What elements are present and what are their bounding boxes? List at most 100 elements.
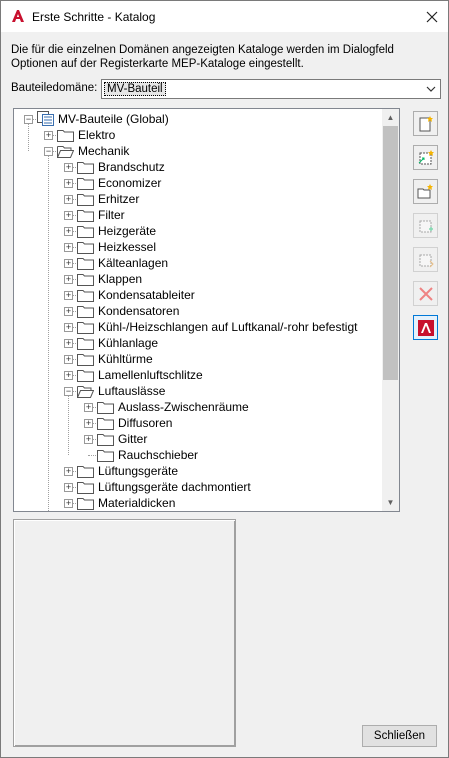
tree-node[interactable]: + Heizgeräte [14,223,383,239]
expand-icon[interactable]: + [64,371,73,380]
tree-node[interactable]: + Filter [14,207,383,223]
tree-node[interactable]: + Auslass-Zwischenräume [14,399,383,415]
expand-icon[interactable]: + [64,307,73,316]
tree-node[interactable]: + Kondensatoren [14,303,383,319]
tree-node[interactable]: + Economizer [14,175,383,191]
expand-icon[interactable]: + [84,403,93,412]
folder-icon [97,401,114,414]
expand-icon[interactable]: + [64,163,73,172]
tree-node[interactable]: + Materialdicken [14,495,383,511]
tree-node[interactable]: − Luftauslässe [14,383,383,399]
tree-node[interactable]: + Gitter [14,431,383,447]
tree-node[interactable]: + Lüftungsgeräte [14,463,383,479]
expand-icon[interactable]: + [64,243,73,252]
tree-node-label: Kühl-/Heizschlangen auf Luftkanal/-rohr … [98,320,358,334]
expand-icon[interactable]: + [64,467,73,476]
expand-icon[interactable]: + [64,275,73,284]
tree-node[interactable]: + Kondensatableiter [14,287,383,303]
expand-icon[interactable]: + [64,227,73,236]
expand-icon[interactable]: + [84,419,93,428]
collapse-icon[interactable]: − [24,115,33,124]
collapse-icon[interactable]: − [44,147,53,156]
expand-icon[interactable]: + [64,499,73,508]
scroll-down-icon[interactable]: ▼ [382,494,399,511]
tree-node-label: Kondensatoren [98,304,180,318]
tree-node-label: Kondensatableiter [98,288,195,302]
tree-node-label: Kühltürme [98,352,153,366]
folder-open-icon [76,385,95,398]
tree-content: − MV-Bauteile (Global) + Elektro − Mechanik + B… [14,109,383,511]
new-catalog-button[interactable] [413,111,438,136]
open-catalog-button[interactable] [413,179,438,204]
tree-node[interactable]: + Kühltürme [14,351,383,367]
tree-scrollbar[interactable]: ▲ ▼ [382,109,399,511]
tree-node-label: Heizgeräte [98,224,157,238]
open-catalog-icon [417,183,433,198]
tree-node-label: Lamellenluftschlitze [98,368,203,382]
copy-part-button[interactable] [413,247,438,272]
scroll-thumb[interactable] [383,126,398,380]
domain-select-value: MV-Bauteil [104,82,166,96]
expand-icon[interactable]: + [84,435,93,444]
scroll-up-icon[interactable]: ▲ [382,109,399,126]
tree-node-label: Lüftungsgeräte dachmontiert [98,480,251,494]
tree-node[interactable]: + Kälteanlagen [14,255,383,271]
tree-node-label: Heizkessel [98,240,157,254]
expand-icon[interactable]: + [64,179,73,188]
expand-icon[interactable]: + [64,483,73,492]
chevron-down-icon[interactable] [422,80,440,98]
folder-icon [77,481,94,494]
expand-icon[interactable]: + [64,323,73,332]
tree-node-label: Erhitzer [98,192,140,206]
expand-icon[interactable]: + [64,259,73,268]
copy-part-icon [419,254,434,267]
folder-icon [77,321,94,334]
delete-button[interactable] [413,281,438,306]
expand-icon[interactable]: + [64,211,73,220]
tree-node-label: Rauchschieber [118,448,199,462]
expand-icon[interactable]: + [64,291,73,300]
add-part-button[interactable] [413,213,438,238]
tree-node[interactable]: + Klappen [14,271,383,287]
tree-node-label: Klappen [98,272,143,286]
tree-node-label: Gitter [118,432,148,446]
tree-node[interactable]: + Erhitzer [14,191,383,207]
window-title: Erste Schritte - Katalog [32,10,156,24]
close-dialog-button[interactable]: Schließen [362,725,437,747]
folder-icon [97,449,114,462]
expand-icon[interactable]: + [64,195,73,204]
tree-node-label: Elektro [78,128,116,142]
tree-node[interactable]: + Lüftungsgeräte dachmontiert [14,479,383,495]
folder-icon [77,241,94,254]
catalog-tree[interactable]: − MV-Bauteile (Global) + Elektro − Mechanik + B… [13,108,400,512]
preview-panel [13,519,236,747]
tree-node[interactable]: + Diffusoren [14,415,383,431]
expand-icon[interactable]: + [64,355,73,364]
dialog-window: Erste Schritte - Katalog Die für die ein… [0,0,449,758]
tree-node[interactable]: + Heizkessel [14,239,383,255]
tree-node-elektro[interactable]: + Elektro [14,127,383,143]
folder-icon [77,177,94,190]
expand-icon[interactable]: + [44,131,53,140]
folder-icon [97,417,114,430]
tree-node[interactable]: Rauchschieber [14,447,383,463]
tree-node-label: Lüftungsgeräte [98,464,179,478]
window-close-button[interactable] [416,1,448,32]
tree-node[interactable]: + Lamellenluftschlitze [14,367,383,383]
tree-node-label: Luftauslässe [98,384,166,398]
new-chapter-button[interactable] [413,145,438,170]
collapse-icon[interactable]: − [64,387,73,396]
expand-icon[interactable]: + [64,339,73,348]
tree-node[interactable]: + Brandschutz [14,159,383,175]
tree-node[interactable]: + Kühl-/Heizschlangen auf Luftkanal/-rohr… [14,319,383,335]
autocad-button[interactable] [413,315,438,340]
domain-select[interactable]: MV-Bauteil [101,79,441,99]
folder-icon [77,465,94,478]
tree-node[interactable]: + Kühlanlage [14,335,383,351]
catalog-root-icon [37,111,54,126]
tree-node-label: Auslass-Zwischenräume [118,400,249,414]
tree-node-label: Brandschutz [98,160,165,174]
autocad-icon [417,319,434,336]
tree-node-root[interactable]: − MV-Bauteile (Global) [14,111,383,127]
tree-node-mechanik[interactable]: − Mechanik [14,143,383,159]
